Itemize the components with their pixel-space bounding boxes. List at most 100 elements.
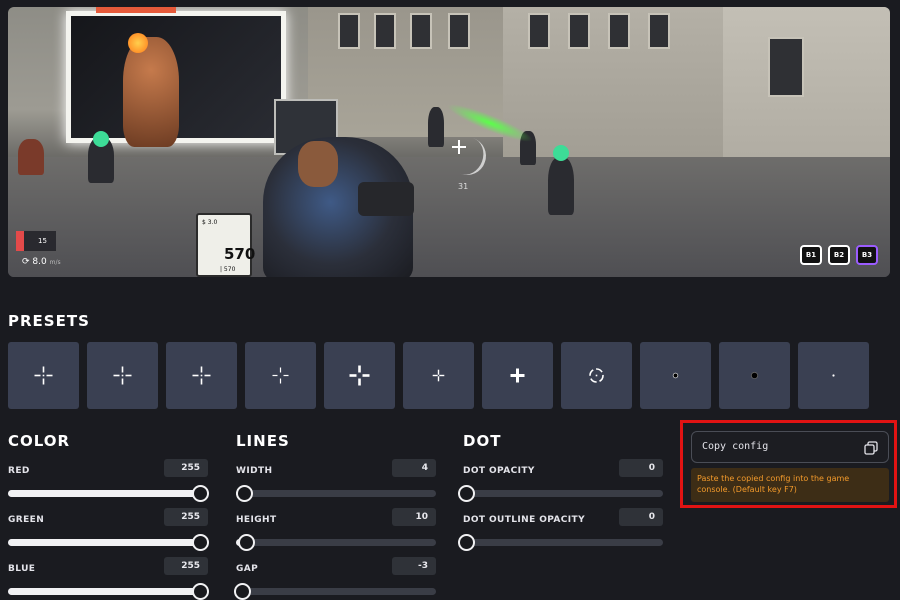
crosshair-preset-icon	[113, 366, 132, 385]
dot-outline-opacity-value-input[interactable]: 0	[619, 508, 663, 526]
slider-fill	[8, 588, 200, 595]
speed-readout: ⟳ 8.0 m/s	[22, 257, 61, 267]
copy-icon	[864, 441, 878, 455]
dot-opacity-control: DOT OPACITY 0	[458, 458, 663, 507]
height-control: HEIGHT 10	[236, 507, 436, 556]
key-button-b3[interactable]: B3	[856, 245, 878, 265]
boss-health-bar	[96, 7, 176, 13]
preset-7[interactable]	[482, 342, 553, 409]
slider-thumb[interactable]	[234, 583, 251, 600]
player-card-top: $ 3.0	[202, 219, 218, 226]
preset-4[interactable]	[245, 342, 316, 409]
preset-8[interactable]	[561, 342, 632, 409]
hp-badge: 15	[16, 231, 56, 251]
preset-11[interactable]	[798, 342, 869, 409]
slider-thumb[interactable]	[236, 485, 253, 502]
key-button-b2[interactable]: B2	[828, 245, 850, 265]
copy-config-note: Paste the copied config into the game co…	[691, 468, 889, 502]
slider-thumb[interactable]	[238, 534, 255, 551]
width-slider[interactable]	[236, 485, 436, 502]
street	[8, 157, 890, 277]
lines-title: LINES	[236, 432, 290, 450]
red-label: RED	[8, 466, 30, 476]
preset-3[interactable]	[166, 342, 237, 409]
presets-title: PRESETS	[8, 312, 90, 330]
green-slider[interactable]	[8, 534, 209, 551]
window	[768, 37, 804, 97]
enemy-head	[93, 131, 109, 147]
speed-unit: m/s	[49, 259, 61, 266]
slider-thumb[interactable]	[192, 583, 209, 600]
red-value-input[interactable]: 255	[164, 459, 208, 477]
window	[448, 13, 470, 49]
slider-thumb[interactable]	[192, 485, 209, 502]
crosshair-preset-icon	[750, 371, 759, 380]
preset-9[interactable]	[640, 342, 711, 409]
preset-5[interactable]	[324, 342, 395, 409]
window	[374, 13, 396, 49]
dot-column: DOT DOT OPACITY 0 DOT OUTLINE OPACITY 0	[458, 432, 663, 556]
red-control: RED 255	[8, 458, 209, 507]
boss-character	[123, 37, 179, 147]
dot-opacity-slider[interactable]	[458, 485, 663, 502]
dot-opacity-label: DOT OPACITY	[463, 466, 535, 476]
lines-column: LINES WIDTH 4 HEIGHT 10 GAP -3	[234, 432, 436, 600]
player-weapon	[358, 182, 414, 216]
dot-outline-opacity-control: DOT OUTLINE OPACITY 0	[458, 507, 663, 556]
slider-thumb[interactable]	[192, 534, 209, 551]
gap-control: GAP -3	[234, 556, 436, 600]
window	[568, 13, 590, 49]
gap-slider[interactable]	[234, 583, 436, 600]
width-value-input[interactable]: 4	[392, 459, 436, 477]
width-label: WIDTH	[236, 466, 273, 476]
red-slider[interactable]	[8, 485, 209, 502]
window	[338, 13, 360, 49]
crosshair-preset-icon	[192, 366, 211, 385]
dot-outline-opacity-slider[interactable]	[458, 534, 663, 551]
color-title: COLOR	[8, 432, 71, 450]
copy-config-highlight: Copy config Paste the copied config into…	[680, 420, 897, 508]
dot-outline-opacity-label: DOT OUTLINE OPACITY	[463, 515, 585, 525]
width-control: WIDTH 4	[236, 458, 436, 507]
green-label: GREEN	[8, 515, 45, 525]
enemy-head	[553, 145, 569, 161]
window	[410, 13, 432, 49]
speed-value: 8.0	[32, 257, 47, 267]
color-column: COLOR RED 255 GREEN 255 BLUE 255	[8, 432, 209, 600]
window	[608, 13, 630, 49]
slider-thumb[interactable]	[458, 485, 475, 502]
enemy-character	[18, 139, 44, 175]
crosshair-preset-icon	[432, 369, 445, 382]
height-value-input[interactable]: 10	[392, 508, 436, 526]
preset-1[interactable]	[8, 342, 79, 409]
slider-fill	[8, 490, 200, 497]
presets-row	[8, 342, 869, 409]
player-card: $ 3.0 570 | 570	[196, 213, 255, 277]
preset-2[interactable]	[87, 342, 158, 409]
gap-value-input[interactable]: -3	[392, 557, 436, 575]
window	[648, 13, 670, 49]
copy-config-button[interactable]: Copy config	[691, 431, 889, 463]
key-button-b1[interactable]: B1	[800, 245, 822, 265]
slider-thumb[interactable]	[458, 534, 475, 551]
enemy-character	[428, 107, 444, 147]
slider-fill	[8, 539, 200, 546]
blue-value-input[interactable]: 255	[164, 557, 208, 575]
window	[528, 13, 550, 49]
crosshair-preset-icon	[34, 366, 53, 385]
dot-opacity-value-input[interactable]: 0	[619, 459, 663, 477]
green-control: GREEN 255	[8, 507, 209, 556]
crosshair-preset-icon	[272, 367, 289, 384]
preset-10[interactable]	[719, 342, 790, 409]
preview-key-buttons: B1 B2 B3	[800, 245, 878, 265]
dot-title: DOT	[463, 432, 502, 450]
crosshair-preset-icon	[510, 368, 525, 383]
enemy-character	[548, 157, 574, 215]
height-slider[interactable]	[236, 534, 436, 551]
blue-slider[interactable]	[8, 583, 209, 600]
boss-flame	[128, 33, 148, 53]
player-head	[298, 141, 338, 187]
preset-6[interactable]	[403, 342, 474, 409]
height-label: HEIGHT	[236, 515, 277, 525]
green-value-input[interactable]: 255	[164, 508, 208, 526]
